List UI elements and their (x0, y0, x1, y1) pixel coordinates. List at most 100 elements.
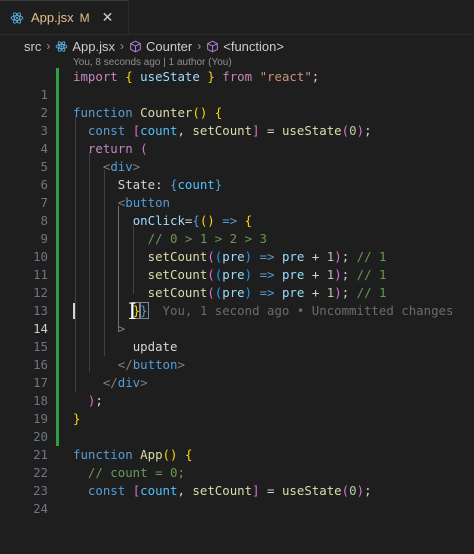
react-icon (55, 40, 68, 52)
code-line: 19 ); (0, 392, 474, 426)
git-change-marker (56, 338, 59, 356)
code-line: 3 function Counter() { (0, 104, 474, 138)
jsx-tag: div (110, 159, 133, 174)
jsx-text: State: (117, 177, 170, 192)
git-change-marker (56, 230, 59, 248)
breadcrumb-item-file[interactable]: App.jsx (72, 39, 115, 54)
code-line-active: 14 }} You, 1 second ago • Uncommitted ch… (0, 302, 474, 336)
symbol-icon (207, 40, 219, 52)
code-line: 24 const [count, setCount] = useState(0)… (0, 482, 474, 516)
code-line: 9 onClick={() => { (0, 212, 474, 246)
jsx-tag: button (125, 195, 170, 210)
function-call: useState (281, 483, 342, 498)
code-editor[interactable]: You, 8 seconds ago | 1 author (You) 1 im… (0, 57, 474, 516)
code-line: 12 setCount((pre) => pre + 1); // 1 (0, 266, 474, 300)
code-line: 18 </div> (0, 374, 474, 408)
git-change-marker (56, 266, 59, 284)
keyword: from (222, 69, 253, 84)
identifier: count (140, 483, 178, 498)
function-call: useState (281, 123, 342, 138)
function-name: Counter (140, 105, 193, 120)
breadcrumb-item-src[interactable]: src (24, 39, 41, 54)
tab-app-jsx[interactable]: App.jsx M ✕ (0, 0, 129, 34)
git-change-marker (56, 374, 59, 392)
function-call: setCount (147, 267, 208, 282)
jsx-attribute: onClick (132, 213, 185, 228)
git-change-marker (56, 356, 59, 374)
git-change-marker (56, 320, 59, 338)
number: 0 (349, 123, 357, 138)
breadcrumb-item-counter[interactable]: Counter (146, 39, 192, 54)
code-line: 10 // 0 > 1 > 2 > 3 (0, 230, 474, 264)
identifier: pre (281, 249, 305, 264)
code-line: 7 State: {count} (0, 176, 474, 210)
git-change-marker (56, 248, 59, 266)
git-change-marker (56, 122, 59, 140)
git-change-marker (56, 212, 59, 230)
line-number: 24 (33, 501, 48, 516)
jsx-tag: div (117, 375, 141, 390)
string: "react" (259, 69, 312, 84)
breadcrumb: src › App.jsx › Counter › <function> (0, 35, 474, 57)
keyword: import (73, 69, 118, 84)
code-line: 4 const [count, setCount] = useState(0); (0, 122, 474, 156)
code-line: 23 // count = 0; (0, 464, 474, 498)
comment: // 1 (356, 267, 387, 282)
git-change-marker (56, 428, 59, 446)
git-change-marker (56, 392, 59, 410)
react-icon (10, 11, 24, 24)
git-change-marker (56, 86, 59, 104)
breadcrumb-item-function[interactable]: <function> (223, 39, 284, 54)
code-line: 11 setCount((pre) => pre + 1); // 1 (0, 248, 474, 282)
code-line: 15 > (0, 320, 474, 354)
keyword: const (87, 123, 126, 138)
symbol-icon (130, 40, 141, 52)
inline-blame: You, 1 second ago • Uncommitted changes (162, 303, 454, 318)
code-line: 16 update (0, 338, 474, 372)
identifier: setCount (192, 483, 253, 498)
code-line: 5 return ( (0, 140, 474, 174)
mouse-ibeam-cursor: I (128, 300, 137, 325)
tab-label: App.jsx (31, 10, 74, 25)
code-line: 8 <button (0, 194, 474, 228)
comment: // count = 0; (87, 465, 185, 480)
keyword: const (87, 483, 126, 498)
git-change-marker (56, 158, 59, 176)
git-change-marker (56, 410, 59, 428)
close-icon[interactable]: ✕ (102, 9, 114, 26)
keyword: function (73, 447, 133, 462)
code-line: 20 } (0, 410, 474, 444)
git-change-marker (56, 140, 59, 158)
parameter: pre (222, 267, 245, 282)
number: 0 (349, 483, 357, 498)
git-change-marker (56, 302, 59, 320)
chevron-right-icon: › (197, 39, 202, 53)
chevron-right-icon: › (46, 39, 51, 53)
code-line: 2 (0, 86, 474, 120)
identifier: pre (281, 267, 305, 282)
git-change-marker (56, 104, 59, 122)
comment: // 1 (356, 249, 387, 264)
text-cursor (73, 303, 75, 319)
code-line: 21 (0, 428, 474, 462)
code-line: 1 import { useState } from "react"; (0, 68, 474, 102)
jsx-text: update (132, 339, 178, 354)
keyword: return (87, 141, 133, 156)
git-change-marker (56, 176, 59, 194)
chevron-right-icon: › (119, 39, 124, 53)
keyword: function (73, 105, 133, 120)
git-change-marker (56, 68, 59, 86)
code-line: 6 <div> (0, 158, 474, 192)
comment: // 0 > 1 > 2 > 3 (147, 231, 267, 246)
identifier: count (140, 123, 178, 138)
modified-badge: M (79, 10, 90, 25)
identifier: useState (140, 69, 200, 84)
identifier: count (177, 177, 215, 192)
code-line: 22 function App() { (0, 446, 474, 480)
function-call: setCount (147, 249, 208, 264)
parameter: pre (222, 249, 245, 264)
jsx-tag: button (132, 357, 178, 372)
identifier: setCount (192, 123, 253, 138)
tab-bar: App.jsx M ✕ (0, 0, 474, 35)
function-name: App (140, 447, 163, 462)
